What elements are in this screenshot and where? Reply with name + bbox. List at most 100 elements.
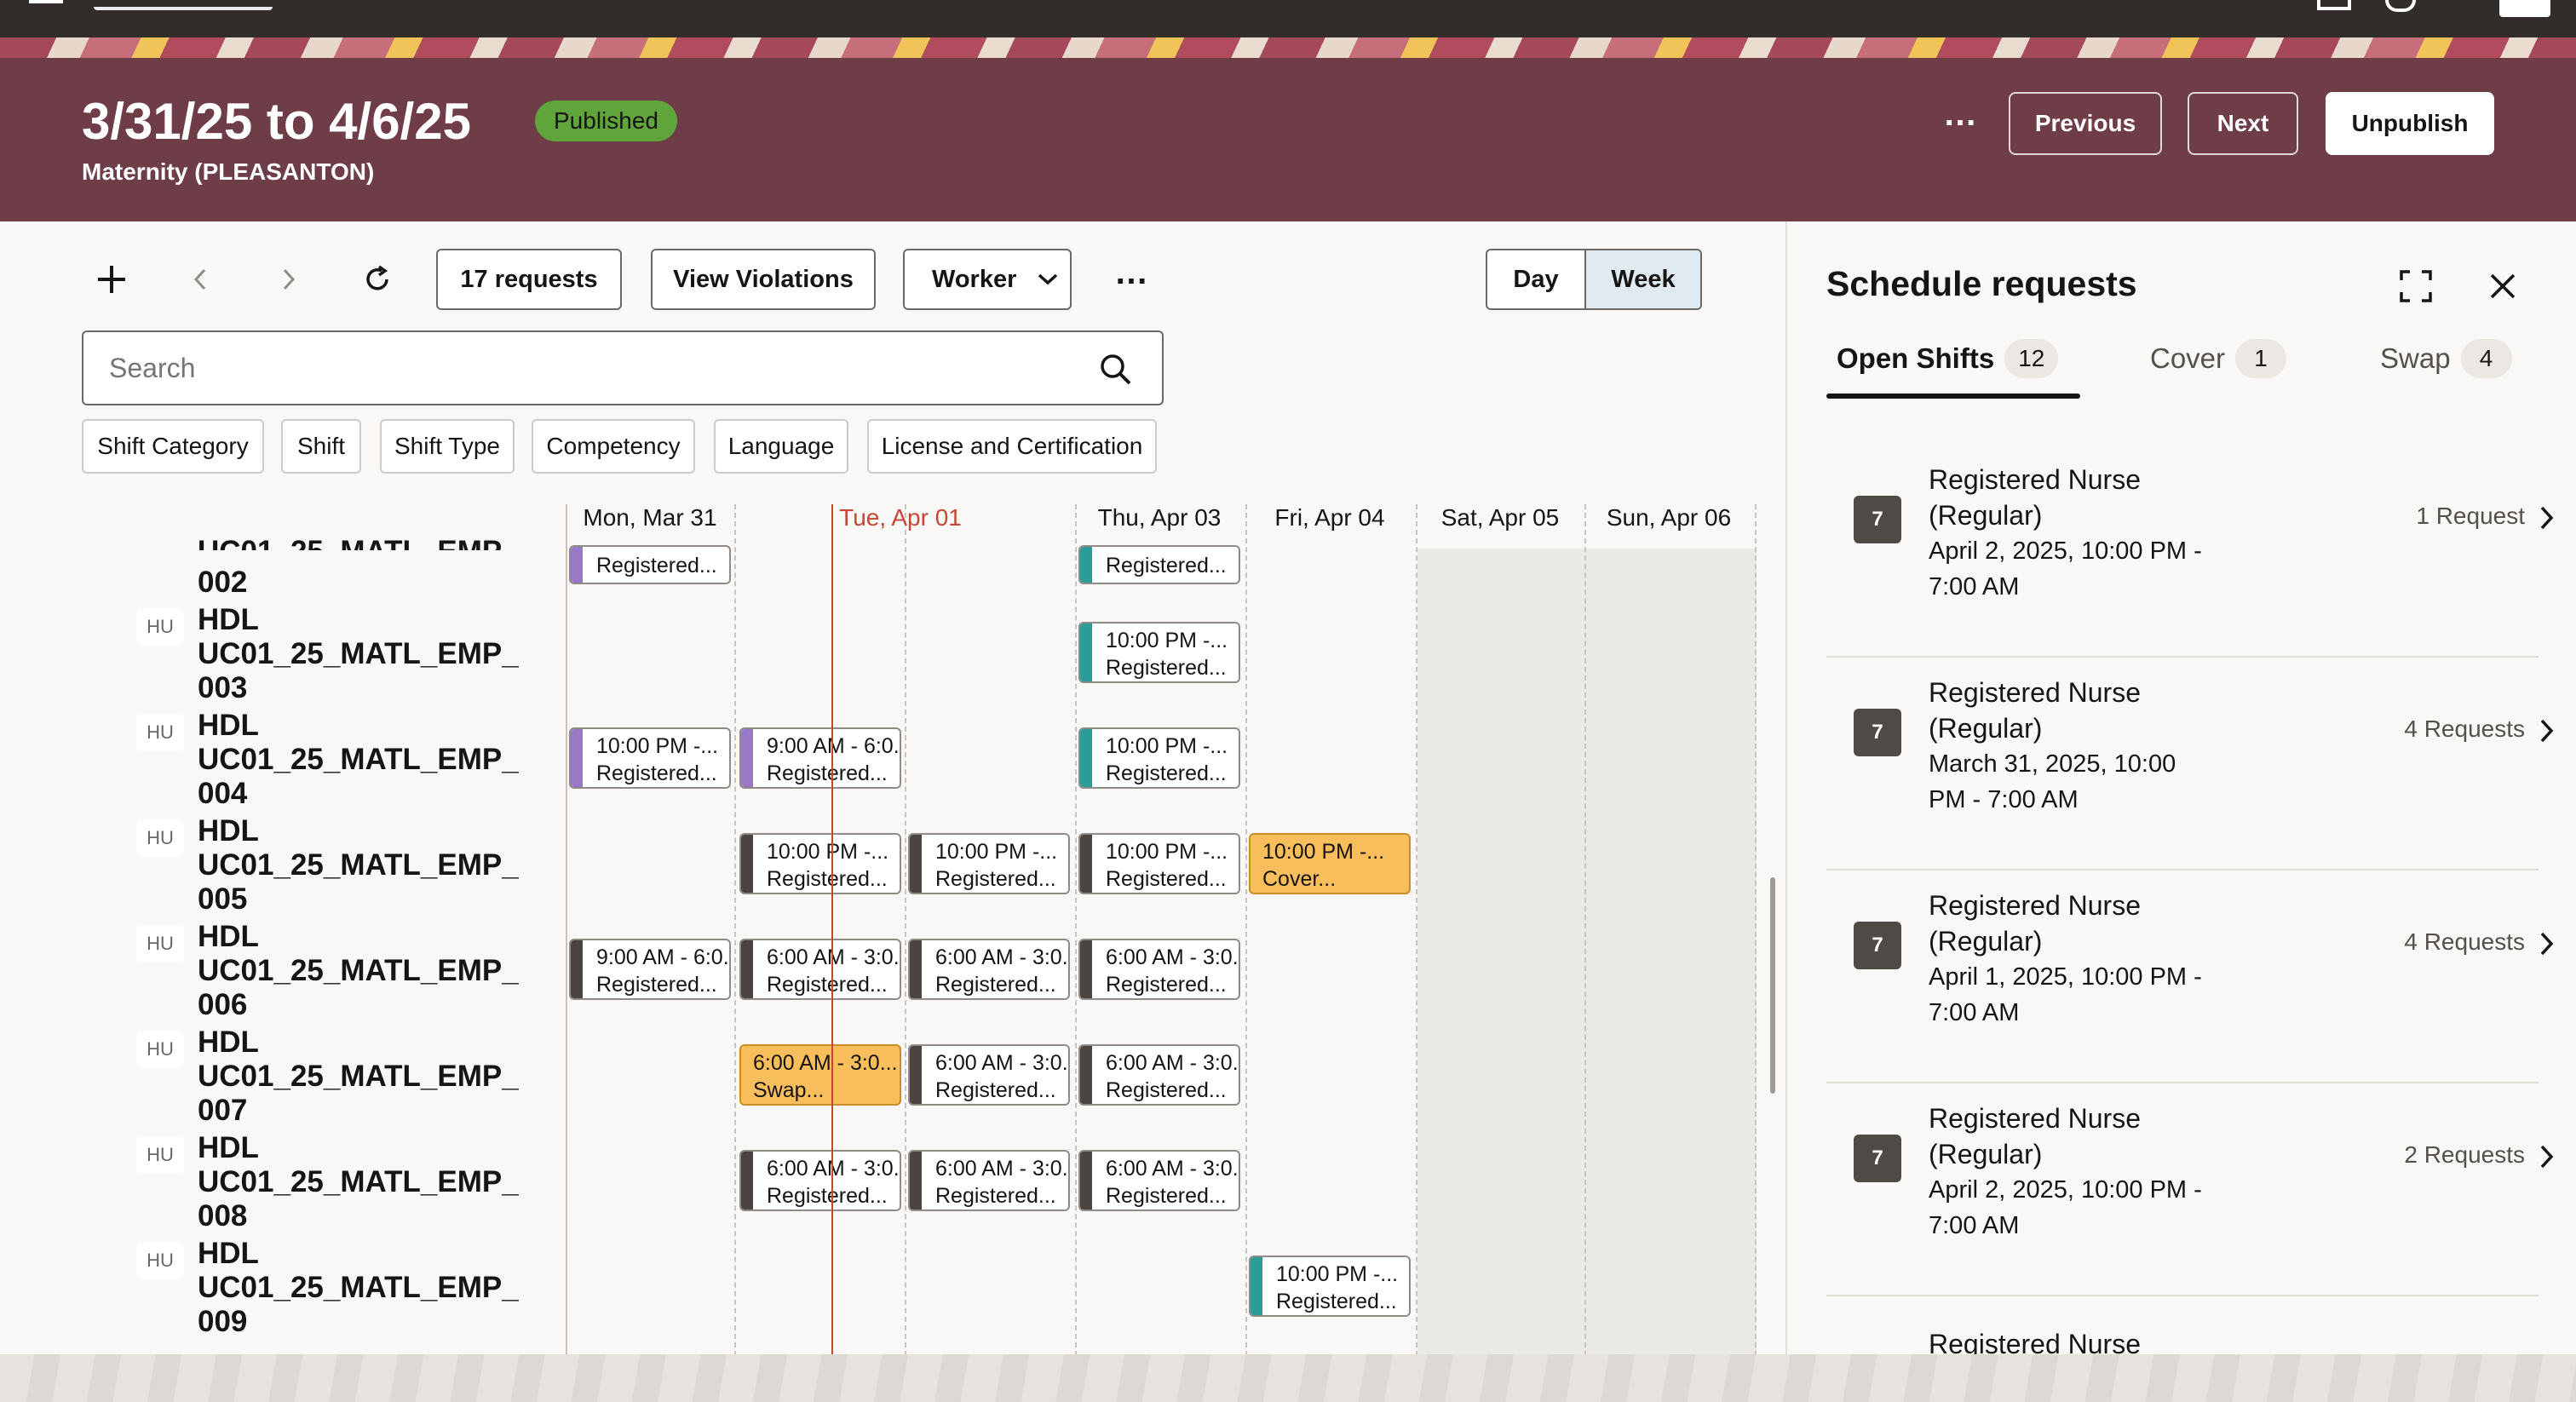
- shift-card[interactable]: 10:00 PM -... Registered...: [1078, 727, 1240, 789]
- week-view-button[interactable]: Week: [1586, 250, 1700, 308]
- shift-role: Registered...: [767, 1184, 888, 1208]
- day-view-button[interactable]: Day: [1487, 250, 1586, 308]
- user-avatar-icon[interactable]: [2499, 0, 2550, 17]
- worker-label-006[interactable]: HDL UC01_25_MATL_EMP_ 006: [198, 920, 519, 1022]
- expand-icon[interactable]: [2399, 269, 2433, 303]
- shift-time: 9:00 AM - 6:0...: [596, 945, 731, 969]
- decorative-banner: [0, 37, 2576, 58]
- tab-swap-label: Swap: [2380, 342, 2451, 374]
- worker-name-line3: 006: [198, 988, 248, 1021]
- worker-name-line2: UC01_25_MATL_EMP_: [198, 1060, 519, 1093]
- shift-card[interactable]: 6:00 AM - 3:0... Registered...: [739, 939, 901, 1000]
- request-list-item[interactable]: 7 Registered Nurse (Regular) April 2, 20…: [1826, 1083, 2554, 1296]
- shift-card[interactable]: 9:00 AM - 6:0... Registered...: [739, 727, 901, 789]
- worker-label-005[interactable]: HDL UC01_25_MATL_EMP_ 005: [198, 814, 519, 916]
- chevron-right-icon[interactable]: [2530, 501, 2564, 535]
- day-header-thu: Thu, Apr 03: [1097, 504, 1222, 531]
- chevron-right-icon[interactable]: [2530, 714, 2564, 748]
- tab-cover[interactable]: Cover 1: [2150, 337, 2287, 380]
- shift-card[interactable]: 10:00 PM -... Registered...: [1078, 833, 1240, 894]
- shift-card[interactable]: 6:00 AM - 3:0... Registered...: [908, 1044, 1070, 1106]
- view-violations-button[interactable]: View Violations: [651, 249, 876, 310]
- tab-swap[interactable]: Swap 4: [2380, 337, 2512, 380]
- worker-name-line1: HDL: [198, 814, 259, 848]
- notifications-icon[interactable]: [2317, 0, 2351, 10]
- filter-license-certification[interactable]: License and Certification: [867, 419, 1157, 474]
- shift-time: 6:00 AM - 3:0...: [767, 1157, 901, 1181]
- filter-shift-category[interactable]: Shift Category: [82, 419, 264, 474]
- scrollbar-thumb[interactable]: [1770, 877, 1775, 1094]
- tab-open-shifts[interactable]: Open Shifts 12: [1837, 337, 2059, 380]
- worker-name-line1: HDL: [198, 709, 259, 742]
- shift-card[interactable]: 10:00 PM -... Registered...: [1249, 1255, 1411, 1317]
- chevron-right-icon[interactable]: [2530, 927, 2564, 961]
- grid-line: [905, 504, 906, 1356]
- location-subtitle: Maternity (PLEASANTON): [82, 158, 375, 185]
- chevron-left-icon[interactable]: [170, 249, 230, 310]
- previous-button[interactable]: Previous: [2009, 92, 2162, 155]
- close-icon[interactable]: [2487, 271, 2521, 305]
- shift-role: Registered...: [1276, 1290, 1397, 1313]
- more-actions-button[interactable]: …: [1939, 95, 1981, 147]
- chevron-right-icon[interactable]: [259, 249, 319, 310]
- request-list-item[interactable]: 7 Registered Nurse (Regular) April 2, 20…: [1826, 445, 2554, 658]
- shift-card[interactable]: 10:00 PM -... Registered...: [1078, 622, 1240, 683]
- filter-shift-type[interactable]: Shift Type: [380, 419, 515, 474]
- bell-icon[interactable]: [2385, 0, 2416, 12]
- shift-card[interactable]: Registered...: [1078, 545, 1240, 584]
- request-list-item[interactable]: 7 Registered Nurse (Regular) April 1, 20…: [1826, 871, 2554, 1083]
- shift-time: 10:00 PM -...: [767, 840, 889, 864]
- shift-role: Registered...: [935, 973, 1056, 997]
- shift-card[interactable]: 6:00 AM - 3:0... Registered...: [1078, 1150, 1240, 1211]
- day-header-sun: Sun, Apr 06: [1606, 504, 1732, 531]
- worker-name-line1: HDL: [198, 920, 259, 953]
- worker-label-004[interactable]: HDL UC01_25_MATL_EMP_ 004: [198, 709, 519, 811]
- unpublish-button[interactable]: Unpublish: [2326, 92, 2494, 155]
- worker-label-007[interactable]: HDL UC01_25_MATL_EMP_ 007: [198, 1026, 519, 1128]
- shift-role: Registered...: [596, 554, 717, 577]
- search-icon[interactable]: [1097, 351, 1135, 388]
- tab-cover-count: 1: [2235, 339, 2287, 378]
- shift-card[interactable]: 6:00 AM - 3:0... Registered...: [739, 1150, 901, 1211]
- shift-card[interactable]: 6:00 AM - 3:0... Registered...: [1078, 1044, 1240, 1106]
- shift-card[interactable]: 10:00 PM -... Registered...: [739, 833, 901, 894]
- worker-select-label: Worker: [932, 265, 1017, 293]
- search-input[interactable]: [109, 348, 1046, 388]
- next-button[interactable]: Next: [2188, 92, 2298, 155]
- request-list-item[interactable]: 7 Registered Nurse (Regular) March 31, 2…: [1826, 658, 2554, 871]
- shift-card[interactable]: 10:00 PM -... Registered...: [569, 727, 731, 789]
- hamburger-menu-icon[interactable]: [29, 0, 66, 15]
- shift-time: 10:00 PM -...: [935, 840, 1058, 864]
- shift-time: 9:00 AM - 6:0...: [767, 734, 901, 758]
- shift-role: Registered...: [935, 1184, 1056, 1208]
- refresh-icon[interactable]: [348, 249, 407, 310]
- shift-role: Registered...: [596, 761, 717, 785]
- shift-time: 6:00 AM - 3:0...: [753, 1051, 898, 1075]
- shift-time: 10:00 PM -...: [1276, 1262, 1399, 1286]
- shift-card[interactable]: 10:00 PM -... Registered...: [908, 833, 1070, 894]
- requests-button[interactable]: 17 requests: [436, 249, 622, 310]
- shift-card[interactable]: 6:00 AM - 3:0... Registered...: [908, 1150, 1070, 1211]
- shift-card[interactable]: Registered...: [569, 545, 731, 584]
- worker-label-003[interactable]: HDL UC01_25_MATL_EMP_ 003: [198, 603, 519, 705]
- worker-name-line2: UC01_25_MATL_EMP_: [198, 743, 519, 776]
- chevron-right-icon[interactable]: [2530, 1140, 2564, 1174]
- toolbar-more-button[interactable]: …: [1106, 254, 1157, 305]
- request-date: April 1, 2025, 10:00 PM - 7:00 AM: [1929, 963, 2202, 1026]
- shift-card-cover[interactable]: 10:00 PM -... Cover...: [1249, 833, 1411, 894]
- shift-card[interactable]: 6:00 AM - 3:0... Registered...: [908, 939, 1070, 1000]
- shift-card[interactable]: 9:00 AM - 6:0... Registered...: [569, 939, 731, 1000]
- filter-shift[interactable]: Shift: [281, 419, 361, 474]
- worker-label-008[interactable]: HDL UC01_25_MATL_EMP_ 008: [198, 1131, 519, 1233]
- add-icon[interactable]: [82, 249, 141, 310]
- worker-badge: HU: [136, 608, 184, 646]
- filter-competency[interactable]: Competency: [532, 419, 695, 474]
- worker-select[interactable]: Worker: [903, 249, 1072, 310]
- current-time-line: [831, 504, 833, 1354]
- shift-card-swap[interactable]: 6:00 AM - 3:0... Swap...: [739, 1044, 901, 1106]
- worker-label-009[interactable]: HDL UC01_25_MATL_EMP_ 009: [198, 1237, 519, 1339]
- worker-name-line3: 008: [198, 1199, 248, 1232]
- shift-role: Registered...: [1106, 973, 1227, 997]
- shift-card[interactable]: 6:00 AM - 3:0... Registered...: [1078, 939, 1240, 1000]
- filter-language[interactable]: Language: [714, 419, 848, 474]
